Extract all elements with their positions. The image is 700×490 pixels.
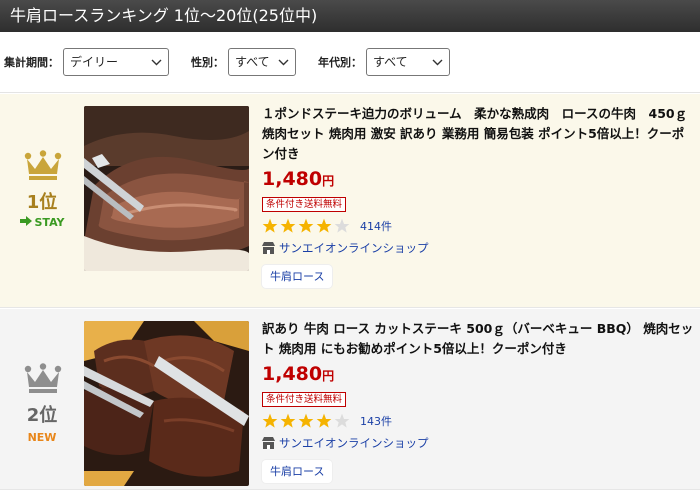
shipping-badge: 条件付き送料無料 bbox=[262, 197, 347, 212]
product-info: １ポンドステーキ迫力のボリューム 柔かな熟成肉 ロースの牛肉 450ｇ 焼肉セッ… bbox=[262, 94, 696, 288]
rating: 143件 bbox=[262, 411, 696, 431]
price: 1,480 bbox=[262, 168, 323, 190]
star-icon bbox=[262, 413, 278, 428]
gender-select[interactable]: すべて bbox=[228, 48, 296, 76]
product-title[interactable]: 訳あり 牛肉 ロース カットステーキ 500ｇ（バーベキュー BBQ） 焼肉セッ… bbox=[262, 319, 696, 359]
rating: 414件 bbox=[262, 216, 696, 236]
crown-icon bbox=[24, 363, 62, 395]
shop-link[interactable]: サンエイオンラインショップ bbox=[262, 434, 696, 452]
rank-column: 2位 NEW bbox=[0, 309, 84, 489]
gender-label: 性別： bbox=[191, 56, 224, 69]
shop-name: サンエイオンラインショップ bbox=[279, 436, 429, 450]
product-title[interactable]: １ポンドステーキ迫力のボリューム 柔かな熟成肉 ロースの牛肉 450ｇ 焼肉セッ… bbox=[262, 104, 696, 164]
period-label: 集計期間： bbox=[4, 56, 59, 69]
rank-column: 1位 STAY bbox=[0, 94, 84, 307]
shipping-badge: 条件付き送料無料 bbox=[262, 392, 347, 407]
price-unit: 円 bbox=[322, 369, 335, 383]
price-row: 1,480円 bbox=[262, 363, 696, 387]
star-icon bbox=[298, 218, 314, 233]
category-tag[interactable]: 牛肩ロース bbox=[262, 265, 333, 288]
star-icon bbox=[334, 218, 350, 233]
star-icon bbox=[334, 413, 350, 428]
rank-number: 1位 bbox=[26, 192, 58, 213]
star-rating bbox=[262, 218, 352, 234]
product-info: 訳あり 牛肉 ロース カットステーキ 500ｇ（バーベキュー BBQ） 焼肉セッ… bbox=[262, 309, 696, 483]
review-count[interactable]: 143件 bbox=[360, 413, 392, 429]
category-tag[interactable]: 牛肩ロース bbox=[262, 460, 333, 483]
price-row: 1,480円 bbox=[262, 168, 696, 192]
price: 1,480 bbox=[262, 363, 323, 385]
ranking-title: 牛肩ロースランキング 1位〜20位(25位中) bbox=[0, 0, 700, 32]
star-icon bbox=[280, 218, 296, 233]
period-select[interactable]: デイリー bbox=[63, 48, 169, 76]
chevron-down-icon bbox=[431, 49, 443, 75]
product-image[interactable] bbox=[84, 106, 249, 271]
gender-value: すべて bbox=[235, 55, 270, 69]
shop-link[interactable]: サンエイオンラインショップ bbox=[262, 239, 696, 257]
product-image[interactable] bbox=[84, 321, 249, 486]
rank-status-label: STAY bbox=[34, 216, 65, 229]
age-label: 年代別： bbox=[318, 56, 362, 69]
star-icon bbox=[316, 413, 332, 428]
age-value: すべて bbox=[373, 55, 408, 69]
rank-status: NEW bbox=[27, 431, 57, 444]
shop-name: サンエイオンラインショップ bbox=[279, 241, 429, 255]
age-select[interactable]: すべて bbox=[366, 48, 450, 76]
star-icon bbox=[280, 413, 296, 428]
price-unit: 円 bbox=[322, 174, 335, 188]
period-value: デイリー bbox=[70, 55, 119, 69]
star-icon bbox=[298, 413, 314, 428]
chevron-down-icon bbox=[150, 49, 162, 75]
ranking-item: 1位 STAY １ポンドステーキ迫力のボリューム 柔かな熟成肉 ロースの牛肉 4… bbox=[0, 94, 700, 308]
star-icon bbox=[316, 218, 332, 233]
star-rating bbox=[262, 413, 352, 429]
ranking-item: 2位 NEW 訳あり 牛肉 ロース カットステーキ 500ｇ（バーベキュー BB… bbox=[0, 309, 700, 490]
rank-status: STAY bbox=[0, 216, 84, 229]
star-icon bbox=[262, 218, 278, 233]
arrow-right-icon bbox=[19, 216, 32, 229]
filter-bar: 集計期間： デイリー 性別： すべて 年代別： すべて bbox=[0, 32, 700, 93]
review-count[interactable]: 414件 bbox=[360, 218, 392, 234]
rank-number: 2位 bbox=[26, 405, 58, 426]
crown-icon bbox=[24, 150, 62, 182]
shop-icon bbox=[262, 242, 275, 254]
shop-icon bbox=[262, 437, 275, 449]
chevron-down-icon bbox=[277, 49, 289, 75]
